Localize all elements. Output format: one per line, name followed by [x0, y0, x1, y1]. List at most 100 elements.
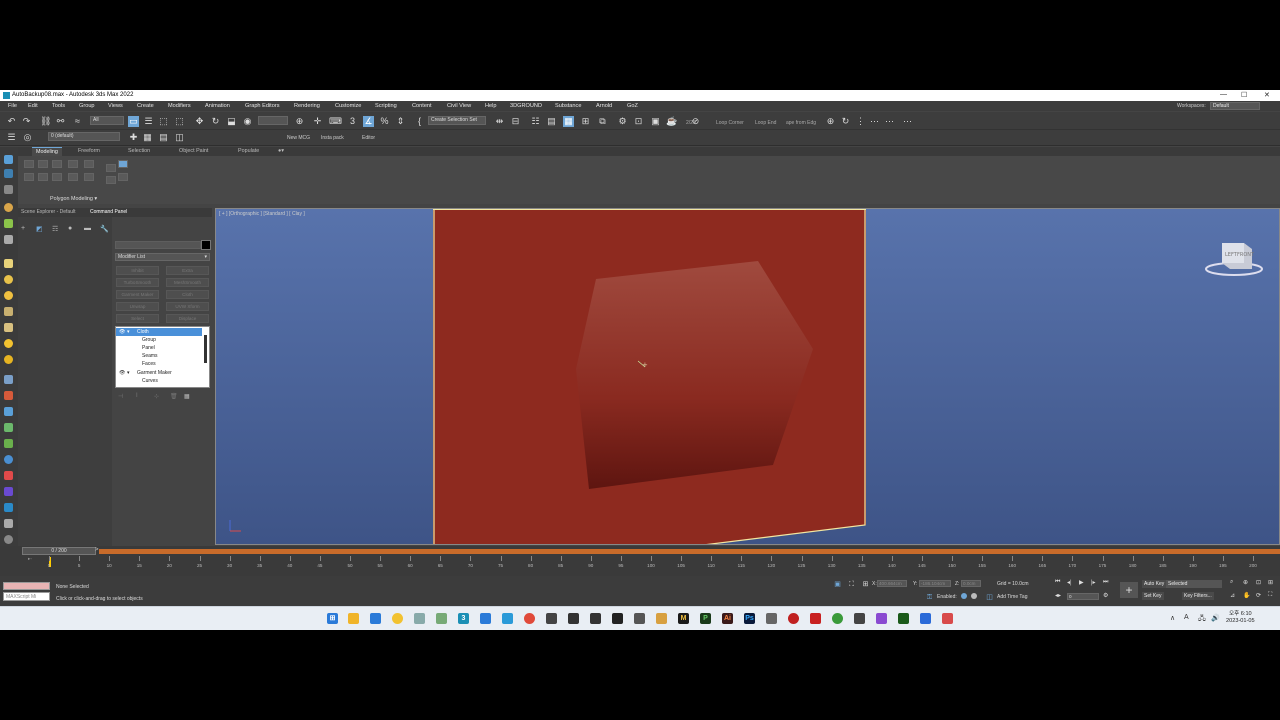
- app-icon-16[interactable]: [876, 613, 887, 624]
- menu-3dground[interactable]: 3DGROUND: [510, 103, 542, 109]
- menu-graph-editors[interactable]: Graph Editors: [245, 103, 280, 109]
- percent-snap-icon[interactable]: %: [379, 116, 390, 127]
- z-coordinate-field[interactable]: 0.0cm: [961, 580, 981, 587]
- modifier-button-6[interactable]: Cloth: [166, 290, 209, 299]
- selection-lock-icon[interactable]: ⛶: [846, 579, 857, 590]
- pivot-center-icon[interactable]: ⊕: [294, 116, 305, 127]
- mirror-icon[interactable]: ⇹: [494, 116, 505, 127]
- app-icon-17[interactable]: [898, 613, 909, 624]
- extra-tool-2-icon[interactable]: ⋮: [855, 116, 866, 127]
- field-of-view-icon[interactable]: ⊿: [1230, 592, 1235, 599]
- menu-civil-view[interactable]: Civil View: [447, 103, 471, 109]
- new-mcg-button[interactable]: New MCG: [287, 135, 310, 141]
- maxscript-listener-output[interactable]: [3, 582, 50, 590]
- edit-poly-icon[interactable]: [4, 391, 13, 400]
- app-icon-11[interactable]: [766, 613, 777, 624]
- move-icon[interactable]: ✥: [194, 116, 205, 127]
- menu-goz[interactable]: GoZ: [627, 103, 638, 109]
- stack-item-garment-maker[interactable]: 👁 ▾ Garment Maker: [116, 369, 202, 377]
- render-setup-icon[interactable]: ⚙: [617, 116, 628, 127]
- link-icon[interactable]: ⛓: [40, 116, 51, 127]
- tab-scene-explorer[interactable]: Scene Explorer - Default: [21, 209, 75, 215]
- app-icon-15[interactable]: [854, 613, 865, 624]
- ribbon-tool-8-icon[interactable]: [24, 173, 34, 181]
- zoom-all-icon[interactable]: ⊕: [1243, 579, 1248, 586]
- torus-icon[interactable]: [4, 355, 13, 364]
- sphere-primitive-icon[interactable]: [4, 275, 13, 284]
- selection-filter-select[interactable]: All: [90, 116, 124, 125]
- menu-help[interactable]: Help: [485, 103, 497, 109]
- cloth-panel-mesh[interactable]: +: [433, 209, 866, 545]
- zoom-icon[interactable]: ⌕: [1230, 579, 1233, 586]
- angle-snap-icon[interactable]: ∡: [363, 116, 374, 127]
- box-primitive-icon[interactable]: [4, 259, 13, 268]
- make-unique-icon[interactable]: ⊹: [154, 393, 159, 400]
- object-color-swatch[interactable]: [201, 240, 211, 250]
- app-icon-7[interactable]: [612, 613, 623, 624]
- zoom-extents-all-icon[interactable]: ⊞: [1268, 579, 1273, 586]
- curve-editor-icon[interactable]: ▦: [563, 116, 574, 127]
- x-coordinate-field[interactable]: 400.664cm: [877, 580, 907, 587]
- maya-icon[interactable]: M: [678, 613, 689, 624]
- layer-tool-1-icon[interactable]: ▦: [142, 132, 153, 143]
- illustrator-icon[interactable]: Ai: [722, 613, 733, 624]
- ribbon-tool-9-icon[interactable]: [38, 173, 48, 181]
- configure-sets-icon[interactable]: ▦: [184, 393, 190, 400]
- tab-command-panel[interactable]: Command Panel: [90, 209, 127, 215]
- menu-scripting[interactable]: Scripting: [375, 103, 397, 109]
- select-manipulate-icon[interactable]: ✛: [312, 116, 323, 127]
- app-icon-9[interactable]: [656, 613, 667, 624]
- utilities-icon[interactable]: [4, 235, 13, 244]
- time-range-bar[interactable]: [99, 549, 1280, 554]
- expand-arrow-icon[interactable]: ▾: [127, 369, 130, 377]
- extra-tool-3-icon[interactable]: ⋯: [869, 116, 880, 127]
- eye-icon[interactable]: 👁: [119, 328, 125, 336]
- cone-icon[interactable]: [4, 323, 13, 332]
- photoshop-icon[interactable]: Ps: [744, 613, 755, 624]
- schematic-view-icon[interactable]: ⊞: [580, 116, 591, 127]
- eye-icon[interactable]: 👁: [119, 369, 125, 377]
- rotate-icon[interactable]: ↻: [210, 116, 221, 127]
- taskbar-clock[interactable]: 오후 6:10 2023-01-05: [1226, 611, 1255, 625]
- ribbon-tool-2-icon[interactable]: [38, 160, 48, 168]
- time-slider-thumb[interactable]: 0 / 200: [22, 547, 96, 555]
- turbosmooth-icon[interactable]: [4, 439, 13, 448]
- create-selection-set-select[interactable]: Create Selection Set: [428, 116, 486, 125]
- layer-tool-3-icon[interactable]: ◫: [174, 132, 185, 143]
- file-explorer-icon[interactable]: [348, 613, 359, 624]
- current-frame-field[interactable]: 0: [1067, 593, 1099, 600]
- selected-keys-select[interactable]: Selected: [1166, 580, 1222, 588]
- app-icon-13[interactable]: [810, 613, 821, 624]
- modifier-button-7[interactable]: Unwrap: [116, 302, 159, 311]
- tab-modeling[interactable]: Modeling: [32, 147, 62, 156]
- scale-icon[interactable]: ⬓: [226, 116, 237, 127]
- plugin-icon[interactable]: [4, 487, 13, 496]
- ribbon-tool-3-icon[interactable]: [52, 160, 62, 168]
- ribbon-tool-4-icon[interactable]: [68, 160, 78, 168]
- key-mode-icon[interactable]: ◂▸: [1055, 592, 1061, 599]
- utilities-tab-icon[interactable]: 🔧: [100, 225, 109, 233]
- create-icon[interactable]: [4, 155, 13, 164]
- render-production-icon[interactable]: ▣: [650, 116, 661, 127]
- create-tab-icon[interactable]: +: [21, 225, 25, 232]
- time-configuration-icon[interactable]: ⚙: [1103, 592, 1108, 599]
- go-to-end-icon[interactable]: ⏭: [1103, 579, 1108, 586]
- app-icon-1[interactable]: [414, 613, 425, 624]
- track-bar-options-icon[interactable]: ▸◦: [28, 556, 32, 562]
- modifier-button-5[interactable]: Garment Maker: [116, 290, 159, 299]
- app-icon-10[interactable]: P: [700, 613, 711, 624]
- ribbon-tool-10-icon[interactable]: [52, 173, 62, 181]
- ribbon-tool-11-icon[interactable]: [68, 173, 78, 181]
- stack-item-cloth[interactable]: 👁 ▾ Cloth: [116, 328, 202, 336]
- app-icon-12[interactable]: [788, 613, 799, 624]
- ribbon-tool-12-icon[interactable]: [84, 173, 94, 181]
- ribbon-tool-7-icon[interactable]: [118, 160, 128, 168]
- display-tab-icon[interactable]: ▬: [84, 225, 91, 232]
- stack-item-panel[interactable]: Panel: [116, 344, 202, 352]
- motion-tab-icon[interactable]: ●: [68, 225, 72, 232]
- set-key-large-icon[interactable]: +: [1120, 582, 1138, 598]
- ribbon-options-icon[interactable]: ●▾: [274, 147, 288, 156]
- layer-select[interactable]: 0 (default): [48, 132, 120, 141]
- rectangular-selection-icon[interactable]: ⬚: [158, 116, 169, 127]
- menu-arnold[interactable]: Arnold: [596, 103, 612, 109]
